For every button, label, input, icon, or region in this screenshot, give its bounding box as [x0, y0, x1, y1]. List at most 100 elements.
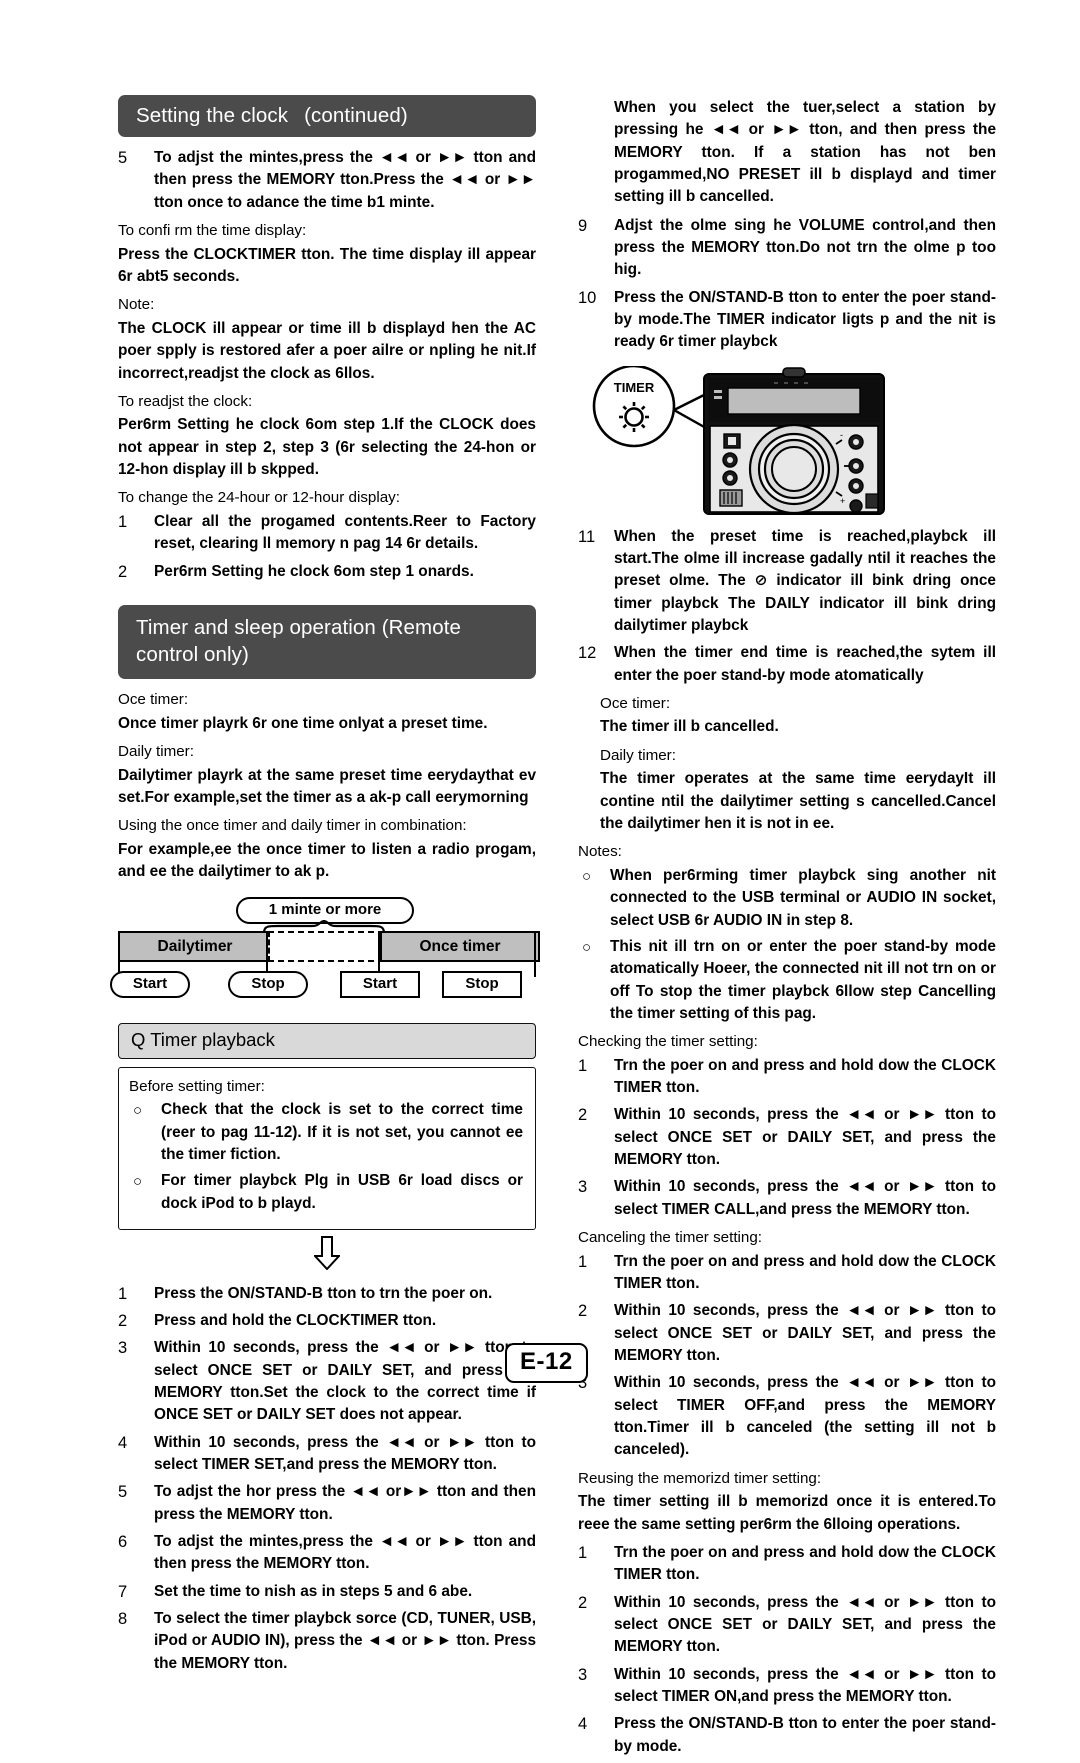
step-number: 1	[578, 1252, 588, 1271]
list-item: 12 When the timer end time is reached,the…	[578, 642, 996, 687]
list-item: 2 Within 10 seconds, press the ◄◄ or ►► t…	[578, 1300, 996, 1367]
once-timer-band: Once timer	[380, 931, 540, 963]
list-item: 7 Set the time to nish as in steps 5 and …	[118, 1581, 536, 1603]
combination-label: Using the once timer and daily timer in …	[118, 817, 467, 835]
list-item: 2 Press and hold the CLOCKTIMER tton.	[118, 1310, 536, 1332]
step-text: Press the ON/STAND-B tton to enter the p…	[614, 1715, 996, 1755]
step-text: Within 10 seconds, press the ◄◄ or ►► tt…	[614, 1593, 996, 1656]
timer-callout-circle: TIMER	[592, 364, 708, 447]
step-number: 6	[118, 1533, 128, 1552]
list-item: 1 Press the ON/STAND-B tton to trn the po…	[118, 1283, 536, 1305]
step-number: 1	[578, 1543, 588, 1562]
step-number: 11	[578, 527, 596, 546]
step-number: 1	[118, 1284, 128, 1303]
clock-step-5-list: 5 To adjst the mintes,press the ◄◄ or ►►…	[118, 147, 536, 214]
svg-text:+: +	[840, 496, 845, 506]
step-text: Press and hold the CLOCKTIMER tton.	[154, 1312, 437, 1330]
timer-timeline-diagram: 1 minte or more Dailytimer Once timer St…	[110, 897, 540, 1009]
manual-page: Setting the clock (continued) 5 To adjst …	[0, 0, 1080, 1755]
step-number: 3	[118, 1339, 128, 1358]
list-item: 6 To adjst the mintes,press the ◄◄ or ►► …	[118, 1531, 536, 1576]
flow-arrow	[118, 1235, 536, 1275]
canceling-timer-label: Canceling the timer setting:	[578, 1229, 763, 1247]
step-number: 8	[118, 1610, 128, 1629]
timer-steps-9-10: 9 Adjst the olme sing he VOLUME control,a…	[578, 215, 996, 354]
step-number: 2	[118, 562, 128, 581]
step-text: When the preset time is reached,playbck …	[614, 527, 996, 634]
once-stop-marker: Stop	[442, 971, 522, 999]
change-display-steps: 1 Clear all the progamed contents.Reer t…	[118, 511, 536, 583]
stereo-front-panel-illustration: TIMER - +	[592, 364, 885, 515]
before-setting-list: ○ Check that the clock is set to the corr…	[129, 1099, 523, 1215]
section-heading-timer-sleep: Timer and sleep operation (Remote contro…	[118, 604, 536, 680]
list-item: 3 Within 10 seconds, press the ◄◄ or ►► t…	[578, 1176, 996, 1221]
arrow-down-icon	[314, 1235, 340, 1270]
list-item-text: Check that the clock is set to the corre…	[161, 1101, 523, 1163]
list-item: 2 Within 10 seconds, press the ◄◄ or ►► t…	[578, 1104, 996, 1171]
step-number: 7	[118, 1582, 128, 1601]
step-number: 2	[578, 1302, 588, 1321]
timer-steps-11-12: 11 When the preset time is reached,playbc…	[578, 526, 996, 687]
list-item: 5 To adjst the hor press the ◄◄ or►► tton…	[118, 1481, 536, 1526]
confirm-time-text: Press the CLOCKTIMER tton. The time disp…	[118, 245, 536, 285]
section-continued: (continued)	[304, 104, 408, 127]
svg-text:-: -	[840, 430, 843, 440]
list-item-text: When per6rming timer playbck sing anothe…	[610, 866, 996, 929]
list-item: 9 Adjst the olme sing he VOLUME control,a…	[578, 215, 996, 282]
step-number: 9	[578, 216, 588, 235]
once-timer-result-text: The timer ill b cancelled.	[600, 718, 779, 736]
list-item: 1 Trn the poer on and press and hold dow …	[578, 1542, 996, 1587]
step-text: Trn the poer on and press and hold dow t…	[614, 1056, 996, 1097]
step-text: When the timer end time is reached,the s…	[614, 644, 996, 684]
step-text: Trn the poer on and press and hold dow t…	[614, 1543, 996, 1584]
reusing-timer-text: The timer setting ill b memorizd once it…	[578, 1493, 996, 1533]
lcd-display	[727, 386, 861, 415]
list-item: 3 Within 10 seconds, press the ◄◄ or ►► t…	[578, 1372, 996, 1461]
step-number: 1	[118, 512, 128, 531]
list-item: 4 Within 10 seconds, press the ◄◄ or ►► t…	[118, 1432, 536, 1477]
step-number: 12	[578, 644, 597, 663]
daily-start-marker: Start	[110, 971, 190, 999]
step-text: Press the ON/STAND-B tton to trn the poe…	[154, 1284, 493, 1302]
step-text: Within 10 seconds, press the ◄◄ or ►► tt…	[614, 1106, 996, 1169]
list-item: 2 Within 10 seconds, press the ◄◄ or ►► t…	[578, 1592, 996, 1659]
note-text: The CLOCK ill appear or time ill b displ…	[118, 319, 536, 382]
step-text: Adjst the olme sing he VOLUME control,an…	[614, 216, 996, 279]
notes-label: Notes:	[578, 843, 622, 861]
step-text: To adjst the hor press the ◄◄ or►► tton …	[154, 1483, 536, 1523]
jog-dial	[748, 423, 840, 514]
step-number: 5	[118, 149, 128, 168]
circle-bullet-icon: ○	[582, 867, 592, 885]
list-item: 10 Press the ON/STAND-B tton to enter the…	[578, 287, 996, 354]
daily-timer-result-text: The timer operates at the same time eery…	[600, 770, 996, 833]
step-number: 2	[118, 1312, 128, 1331]
daily-timer-text: Dailytimer playrk at the same preset tim…	[118, 766, 536, 806]
reusing-timer-steps: 1 Trn the poer on and press and hold dow …	[578, 1542, 996, 1758]
step-number: 2	[578, 1106, 588, 1125]
step-text: Trn the poer on and press and hold dow t…	[614, 1252, 996, 1293]
list-item-text: For timer playbck Plg in USB 6r load dis…	[161, 1172, 523, 1212]
left-column: Setting the clock (continued) 5 To adjst …	[110, 95, 540, 1680]
circle-bullet-icon: ○	[133, 1102, 143, 1120]
once-timer-text: Once timer playrk 6r one time onlyat a p…	[118, 714, 488, 732]
gap-band	[268, 931, 384, 963]
subsection-timer-playback: Q Timer playback	[118, 1023, 536, 1059]
step-text: Within 10 seconds, press the ◄◄ or ►► tt…	[614, 1374, 996, 1459]
list-item: 5 To adjst the mintes,press the ◄◄ or ►►…	[118, 147, 536, 214]
list-item: ○ For timer playbck Plg in USB 6r load di…	[129, 1170, 523, 1215]
step-text: Within 10 seconds, press the ◄◄ or ►► tt…	[154, 1339, 536, 1424]
notes-list: ○ When per6rming timer playbck sing anoth…	[578, 865, 996, 1025]
list-item: 3 Within 10 seconds, press the ◄◄ or ►► t…	[578, 1664, 996, 1709]
step-number: 4	[578, 1715, 588, 1734]
step-text: Within 10 seconds, press the ◄◄ or ►► tt…	[154, 1433, 536, 1474]
section-title: Setting the clock	[136, 104, 289, 127]
once-timer-label: Oce timer:	[118, 691, 189, 709]
checking-timer-label: Checking the timer setting:	[578, 1033, 758, 1051]
reusing-timer-label: Reusing the memorizd timer setting:	[578, 1469, 822, 1487]
step-number: 2	[578, 1593, 588, 1612]
step-number: 4	[118, 1433, 128, 1452]
stereo-unit-body: - +	[703, 366, 885, 515]
daily-stop-marker: Stop	[228, 971, 308, 999]
step-number: 3	[578, 1178, 588, 1197]
list-item: ○ When per6rming timer playbck sing anoth…	[578, 865, 996, 932]
